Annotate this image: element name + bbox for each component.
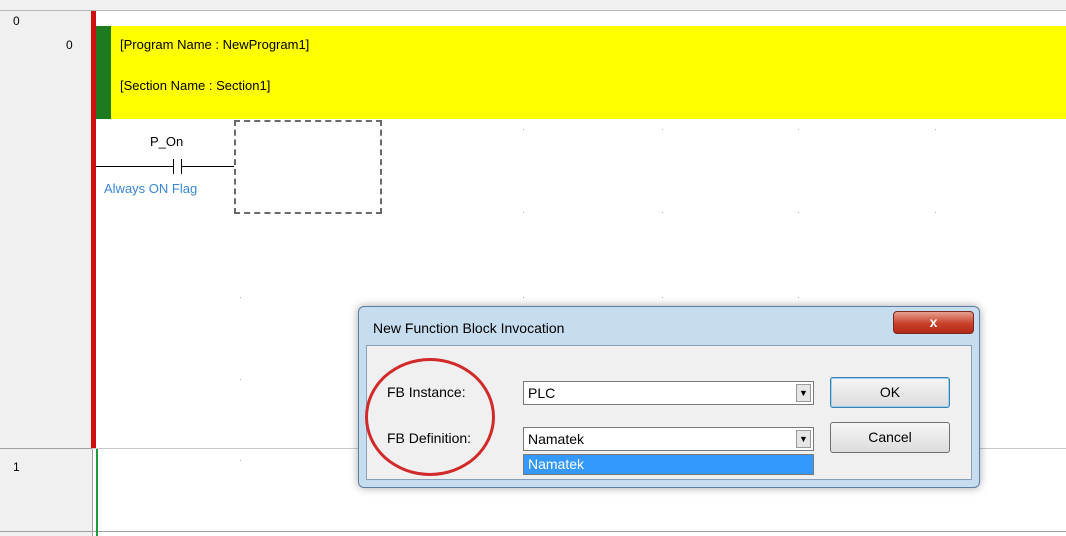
rung-0-header[interactable] bbox=[0, 11, 92, 449]
ok-button[interactable]: OK bbox=[830, 377, 950, 408]
dialog-title: New Function Block Invocation bbox=[373, 320, 565, 336]
close-icon: x bbox=[929, 314, 938, 330]
function-block-placeholder[interactable] bbox=[234, 120, 382, 214]
grid-dot bbox=[240, 379, 241, 380]
fb-definition-dropdown-option[interactable]: Namatek bbox=[523, 454, 814, 475]
grid-dot bbox=[798, 129, 799, 130]
fb-instance-combobox[interactable]: PLC ▼ bbox=[523, 381, 814, 405]
grid-dot bbox=[523, 297, 524, 298]
chevron-down-icon[interactable]: ▼ bbox=[796, 384, 811, 402]
rung-separator bbox=[0, 531, 1066, 532]
contact-description: Always ON Flag bbox=[104, 181, 198, 196]
grid-dot bbox=[523, 129, 524, 130]
rung-number: 1 bbox=[13, 460, 20, 474]
wire bbox=[181, 166, 234, 167]
grid-dot bbox=[798, 297, 799, 298]
program-name-text: [Program Name : NewProgram1] bbox=[120, 37, 310, 52]
grid-dot bbox=[240, 297, 241, 298]
grid-dot bbox=[240, 460, 241, 461]
fb-definition-combobox[interactable]: Namatek ▼ bbox=[523, 427, 814, 451]
annotation-ellipse bbox=[365, 358, 495, 476]
fb-definition-value: Namatek bbox=[528, 431, 585, 447]
rung-number: 0 bbox=[13, 14, 20, 28]
grid-dot bbox=[798, 212, 799, 213]
cancel-button[interactable]: Cancel bbox=[830, 422, 950, 453]
fb-instance-value: PLC bbox=[528, 385, 556, 401]
close-button[interactable]: x bbox=[893, 311, 974, 334]
grid-dot bbox=[935, 212, 936, 213]
power-rail bbox=[96, 449, 98, 536]
chevron-down-icon[interactable]: ▼ bbox=[796, 430, 811, 448]
comment-marker bbox=[96, 26, 111, 119]
wire bbox=[96, 166, 173, 167]
grid-dot bbox=[662, 297, 663, 298]
dropdown-option-label: Namatek bbox=[528, 456, 585, 472]
grid-dot bbox=[662, 129, 663, 130]
rung-step-number: 0 bbox=[66, 38, 73, 52]
contact-variable: P_On bbox=[150, 134, 184, 149]
top-border bbox=[0, 0, 1066, 11]
grid-dot bbox=[935, 129, 936, 130]
section-name-text: [Section Name : Section1] bbox=[120, 78, 271, 93]
contact-left-bar bbox=[173, 159, 174, 174]
grid-dot bbox=[523, 212, 524, 213]
grid-dot bbox=[662, 212, 663, 213]
